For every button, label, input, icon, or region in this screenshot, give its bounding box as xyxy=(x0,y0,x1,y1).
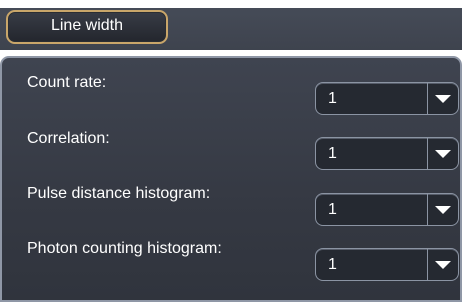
correlation-select[interactable]: 1 xyxy=(315,137,459,170)
chevron-down-icon[interactable] xyxy=(435,150,451,158)
chevron-down-icon[interactable] xyxy=(435,261,451,269)
chevron-down-icon[interactable] xyxy=(435,95,451,103)
correlation-label: Correlation: xyxy=(27,130,110,147)
count-rate-label: Count rate: xyxy=(27,74,107,91)
line-width-settings-window: Line width Count rate: 1 Correlation: 1 … xyxy=(0,0,462,302)
pulse-distance-histogram-label: Pulse distance histogram: xyxy=(27,185,211,202)
count-rate-row: Count rate: 1 xyxy=(2,66,460,115)
dropdown-divider xyxy=(427,249,428,280)
correlation-row: Correlation: 1 xyxy=(2,122,460,170)
dropdown-divider xyxy=(427,138,428,169)
correlation-value: 1 xyxy=(328,145,337,162)
chevron-down-icon[interactable] xyxy=(435,206,451,214)
photon-counting-histogram-label: Photon counting histogram: xyxy=(27,240,222,257)
dropdown-divider xyxy=(427,83,428,114)
count-rate-value: 1 xyxy=(328,90,337,107)
tab-line-width[interactable]: Line width xyxy=(6,10,168,44)
dropdown-divider xyxy=(427,194,428,225)
tab-strip: Line width xyxy=(0,0,462,50)
pulse-distance-histogram-value: 1 xyxy=(328,201,337,218)
line-width-panel: Count rate: 1 Correlation: 1 Pulse dista… xyxy=(0,56,462,302)
pulse-distance-histogram-select[interactable]: 1 xyxy=(315,193,459,226)
count-rate-select[interactable]: 1 xyxy=(315,82,459,115)
photon-counting-histogram-value: 1 xyxy=(328,256,337,273)
photon-counting-histogram-select[interactable]: 1 xyxy=(315,248,459,281)
pulse-distance-histogram-row: Pulse distance histogram: 1 xyxy=(2,177,460,226)
photon-counting-histogram-row: Photon counting histogram: 1 xyxy=(2,232,460,281)
